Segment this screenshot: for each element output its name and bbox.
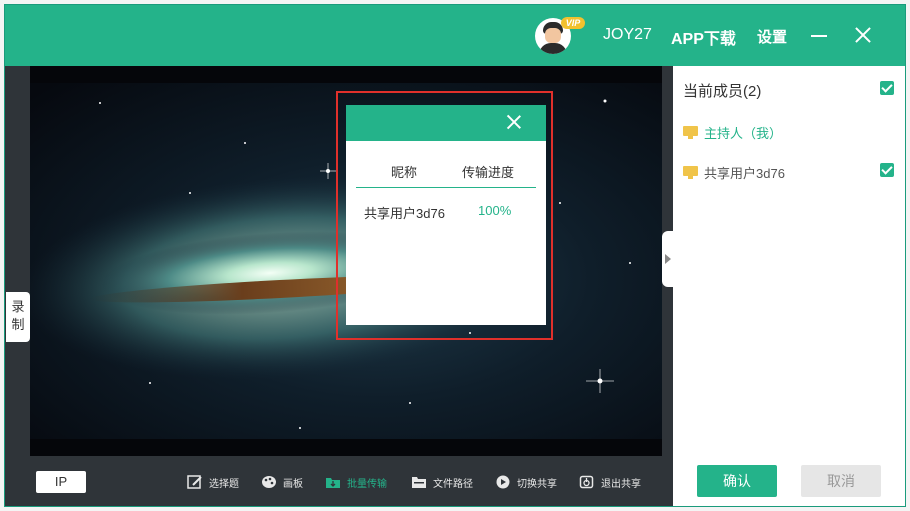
panel-toggle-icon[interactable] <box>662 231 673 287</box>
member-user[interactable]: 共享用户3d76 <box>683 163 785 182</box>
app-download-link[interactable]: APP下载 <box>671 25 736 49</box>
member-host[interactable]: 主持人（我） <box>683 123 782 142</box>
monitor-icon <box>683 166 698 179</box>
app-window: VIP JOY27 APP下载 设置 录 制 昵称 传输进度 共享用户3d76 … <box>4 4 906 507</box>
dialog-header <box>346 105 546 141</box>
member-checkbox[interactable] <box>880 163 894 177</box>
member-name: 共享用户3d76 <box>704 166 785 181</box>
username[interactable]: JOY27 <box>603 26 652 44</box>
monitor-icon <box>683 126 698 139</box>
column-nickname: 昵称 <box>391 165 418 180</box>
row-progress: 100% <box>478 203 512 218</box>
transfer-dialog: 昵称 传输进度 共享用户3d76 100% <box>346 105 546 325</box>
minimize-icon[interactable] <box>811 35 827 37</box>
select-all-checkbox[interactable] <box>880 81 894 95</box>
exit-share-icon <box>579 475 595 489</box>
title-bar: VIP JOY27 APP下载 设置 <box>5 5 905 66</box>
row-nickname: 共享用户3d76 <box>364 206 445 221</box>
close-icon[interactable] <box>855 27 871 43</box>
header-divider <box>356 187 536 188</box>
tool-label: 选择题 <box>209 478 239 490</box>
edit-icon <box>187 475 203 489</box>
batch-transfer-icon <box>325 475 341 489</box>
dialog-close-icon[interactable] <box>507 115 521 129</box>
record-tab[interactable]: 录 制 <box>6 292 30 342</box>
tool-batch-transfer[interactable]: 批量传输 <box>325 474 387 490</box>
member-name: 主持人（我） <box>704 126 783 141</box>
tool-label: 退出共享 <box>601 478 641 490</box>
ip-button[interactable]: IP <box>36 471 86 493</box>
palette-icon <box>261 475 277 489</box>
members-panel: 当前成员(2) 主持人（我） 共享用户3d76 确认 取消 <box>673 66 905 506</box>
switch-share-icon <box>495 475 511 489</box>
settings-link[interactable]: 设置 <box>757 26 787 47</box>
column-progress: 传输进度 <box>462 165 515 180</box>
avatar-body <box>539 43 567 54</box>
confirm-button[interactable]: 确认 <box>697 465 777 497</box>
record-label-2: 制 <box>11 317 25 332</box>
tool-whiteboard[interactable]: 画板 <box>261 474 303 490</box>
tool-label: 画板 <box>283 478 303 490</box>
tool-label: 文件路径 <box>433 478 473 490</box>
vip-badge: VIP <box>561 17 585 29</box>
tool-label: 切换共享 <box>517 478 557 490</box>
tool-exit-share[interactable]: 退出共享 <box>579 474 641 490</box>
avatar-face <box>545 28 561 43</box>
tool-question[interactable]: 选择题 <box>187 474 239 490</box>
tool-label: 批量传输 <box>347 478 387 490</box>
cancel-button[interactable]: 取消 <box>801 465 881 497</box>
record-label-1: 录 <box>11 299 25 314</box>
bottom-toolbar: IP 选择题 画板 批量传输 文件路径 切换共享 退出共享 <box>5 456 673 506</box>
tool-file-path[interactable]: 文件路径 <box>411 474 473 490</box>
members-title: 当前成员(2) <box>683 83 762 100</box>
tool-switch-share[interactable]: 切换共享 <box>495 474 557 490</box>
folder-icon <box>411 475 427 489</box>
